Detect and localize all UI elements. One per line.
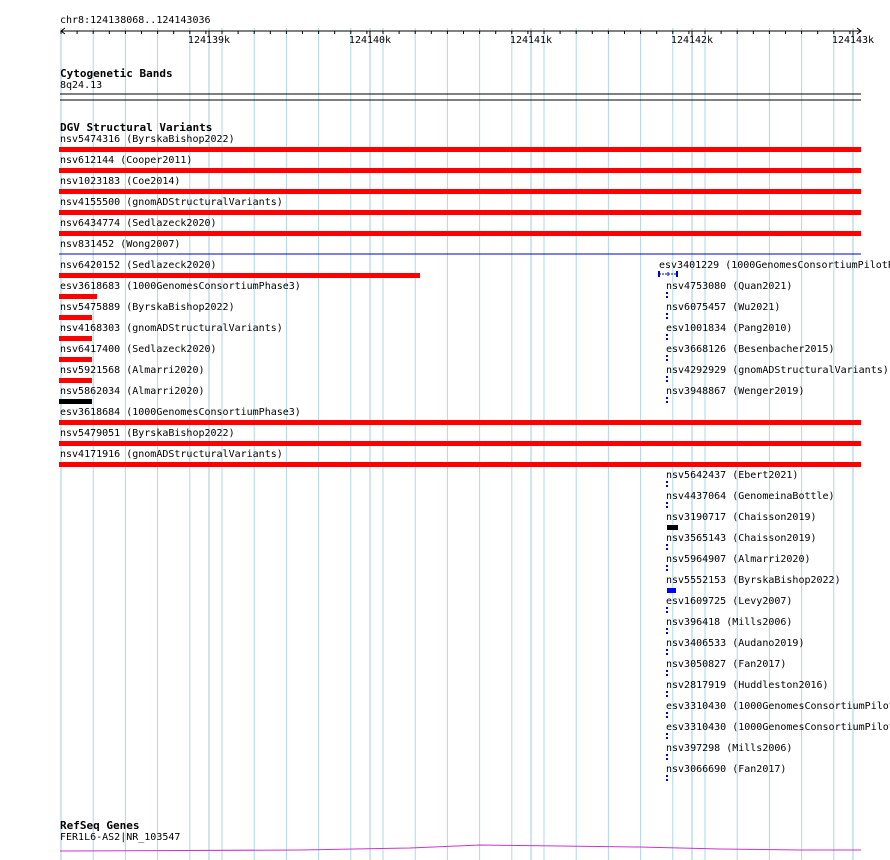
genome-browser-view: chr8:124138068..124143036 124139k 124140… [0,0,890,860]
gene-glyph[interactable] [0,0,890,860]
